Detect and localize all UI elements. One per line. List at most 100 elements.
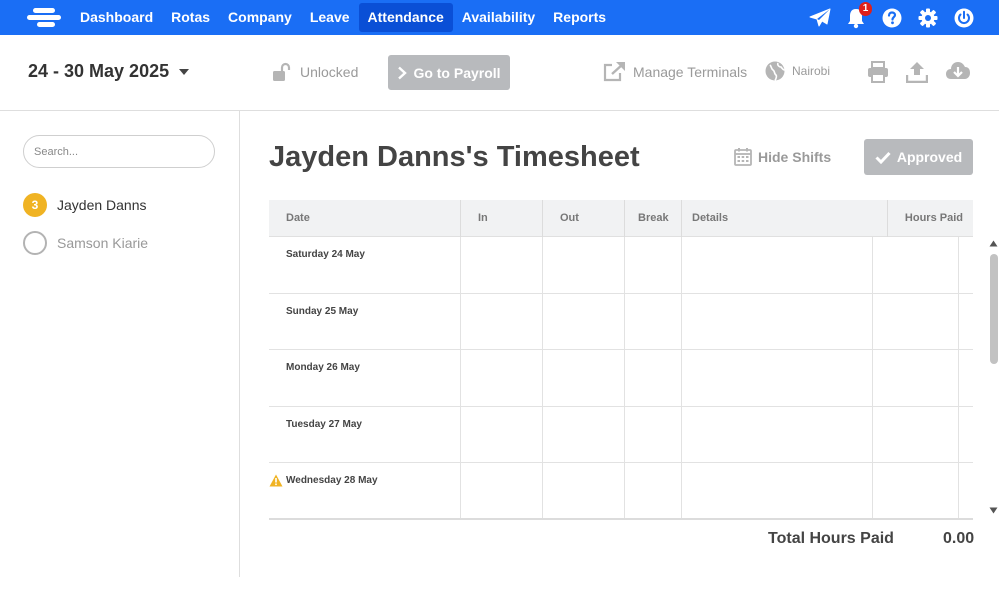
nav-item-rotas[interactable]: Rotas (162, 3, 219, 32)
column-header-date[interactable]: Date (269, 200, 461, 237)
table-row[interactable]: Monday 26 May (269, 350, 973, 407)
calendar-icon (734, 148, 752, 166)
row-break-cell[interactable] (625, 350, 682, 406)
notification-badge: 1 (859, 1, 872, 16)
scroll-up-icon[interactable] (989, 240, 998, 247)
manage-terminals-link[interactable]: Manage Terminals (603, 61, 747, 82)
table-scrollbar[interactable] (987, 237, 999, 520)
row-out-cell[interactable] (543, 463, 625, 518)
print-icon (868, 61, 888, 83)
row-in-cell[interactable] (461, 237, 543, 293)
cloud-download-icon (946, 62, 970, 79)
nav-item-company[interactable]: Company (219, 3, 301, 32)
nav-item-availability[interactable]: Availability (453, 3, 544, 32)
table-row[interactable]: Saturday 24 May (269, 237, 973, 294)
top-nav: Dashboard Rotas Company Leave Attendance… (0, 0, 999, 35)
print-button[interactable] (867, 61, 889, 83)
row-details-cell[interactable] (682, 237, 873, 293)
nav-actions: 1 (809, 0, 975, 35)
row-in-cell[interactable] (461, 350, 543, 406)
lock-status[interactable]: Unlocked (272, 62, 358, 82)
toolbar: 24 - 30 May 2025 Unlocked Go to Payroll … (0, 35, 999, 111)
row-date: Sunday 25 May (269, 293, 461, 350)
warning-icon (269, 474, 283, 487)
help-icon[interactable] (881, 7, 903, 29)
row-in-cell[interactable] (461, 463, 543, 518)
total-hours-label: Total Hours Paid (768, 530, 894, 547)
employee-name: Samson Kiarie (57, 235, 149, 251)
row-break-cell[interactable] (625, 463, 682, 518)
row-hours-cell (873, 293, 959, 350)
row-date: Wednesday 28 May (286, 475, 378, 487)
chevron-down-icon (179, 68, 190, 75)
location-selector[interactable]: Nairobi (765, 61, 830, 81)
column-header-hours-paid[interactable]: Hours Paid (888, 200, 973, 237)
hide-shifts-label: Hide Shifts (758, 148, 832, 165)
row-hours-cell (873, 350, 959, 406)
column-header-in[interactable]: In (461, 200, 543, 237)
gear-icon[interactable] (917, 7, 939, 29)
column-header-details[interactable]: Details (682, 200, 888, 237)
unlock-icon (273, 62, 291, 81)
scrollbar-thumb[interactable] (990, 254, 998, 364)
employee-item-samson-kiarie[interactable]: Samson Kiarie (23, 231, 148, 255)
row-details-cell[interactable] (682, 293, 873, 350)
approved-button[interactable]: Approved (864, 139, 973, 175)
employee-status-circle (23, 231, 47, 255)
search-input[interactable] (23, 135, 215, 168)
row-break-cell[interactable] (625, 406, 682, 463)
app-logo-icon[interactable] (27, 7, 61, 29)
external-link-icon (603, 62, 625, 82)
nav-item-attendance[interactable]: Attendance (358, 3, 453, 32)
employee-item-jayden-danns[interactable]: 3 Jayden Danns (23, 193, 147, 217)
power-icon[interactable] (953, 7, 975, 29)
row-out-cell[interactable] (543, 293, 625, 350)
row-details-cell[interactable] (682, 406, 873, 463)
table-row[interactable]: Tuesday 27 May (269, 406, 973, 464)
row-in-cell[interactable] (461, 406, 543, 463)
nav-item-reports[interactable]: Reports (544, 3, 615, 32)
date-range-label: 24 - 30 May 2025 (28, 61, 170, 81)
row-hours-cell (873, 406, 959, 463)
bell-icon[interactable]: 1 (845, 1, 872, 29)
nav-item-leave[interactable]: Leave (301, 3, 359, 32)
row-out-cell[interactable] (543, 350, 625, 406)
row-hours-cell (873, 463, 959, 518)
column-header-out[interactable]: Out (543, 200, 625, 237)
row-date: Saturday 24 May (269, 237, 461, 293)
globe-icon (765, 61, 785, 81)
upload-icon (906, 62, 928, 83)
go-to-payroll-button[interactable]: Go to Payroll (388, 55, 510, 90)
row-break-cell[interactable] (625, 293, 682, 350)
total-hours-value: 0.00 (943, 530, 975, 547)
employee-sidebar: 3 Jayden Danns Samson Kiarie (0, 111, 240, 577)
row-break-cell[interactable] (625, 237, 682, 293)
send-icon[interactable] (809, 7, 831, 29)
page-title: Jayden Danns's Timesheet (269, 141, 640, 173)
row-in-cell[interactable] (461, 293, 543, 350)
date-range-selector[interactable]: 24 - 30 May 2025 (28, 61, 190, 82)
go-to-payroll-label: Go to Payroll (413, 64, 501, 81)
manage-terminals-label: Manage Terminals (633, 63, 748, 80)
row-out-cell[interactable] (543, 237, 625, 293)
column-header-break[interactable]: Break (625, 200, 682, 237)
row-details-cell[interactable] (682, 463, 873, 518)
checkmark-icon (875, 151, 891, 164)
approved-label: Approved (896, 149, 963, 165)
table-row[interactable]: Wednesday 28 May (269, 463, 973, 518)
row-out-cell[interactable] (543, 406, 625, 463)
lock-status-label: Unlocked (300, 64, 359, 80)
location-label: Nairobi (792, 64, 831, 78)
row-date: Tuesday 27 May (269, 406, 461, 463)
row-details-cell[interactable] (682, 350, 873, 406)
chevron-right-icon (398, 66, 408, 79)
hide-shifts-button[interactable]: Hide Shifts (734, 147, 831, 166)
scroll-down-icon[interactable] (989, 507, 998, 514)
timesheet-table: Date In Out Break Details Hours Paid Sat… (269, 200, 973, 520)
download-button[interactable] (945, 61, 971, 81)
row-hours-cell (873, 237, 959, 293)
nav-item-dashboard[interactable]: Dashboard (71, 3, 162, 32)
row-date: Monday 26 May (269, 350, 461, 406)
upload-button[interactable] (906, 61, 928, 83)
table-row[interactable]: Sunday 25 May (269, 293, 973, 351)
